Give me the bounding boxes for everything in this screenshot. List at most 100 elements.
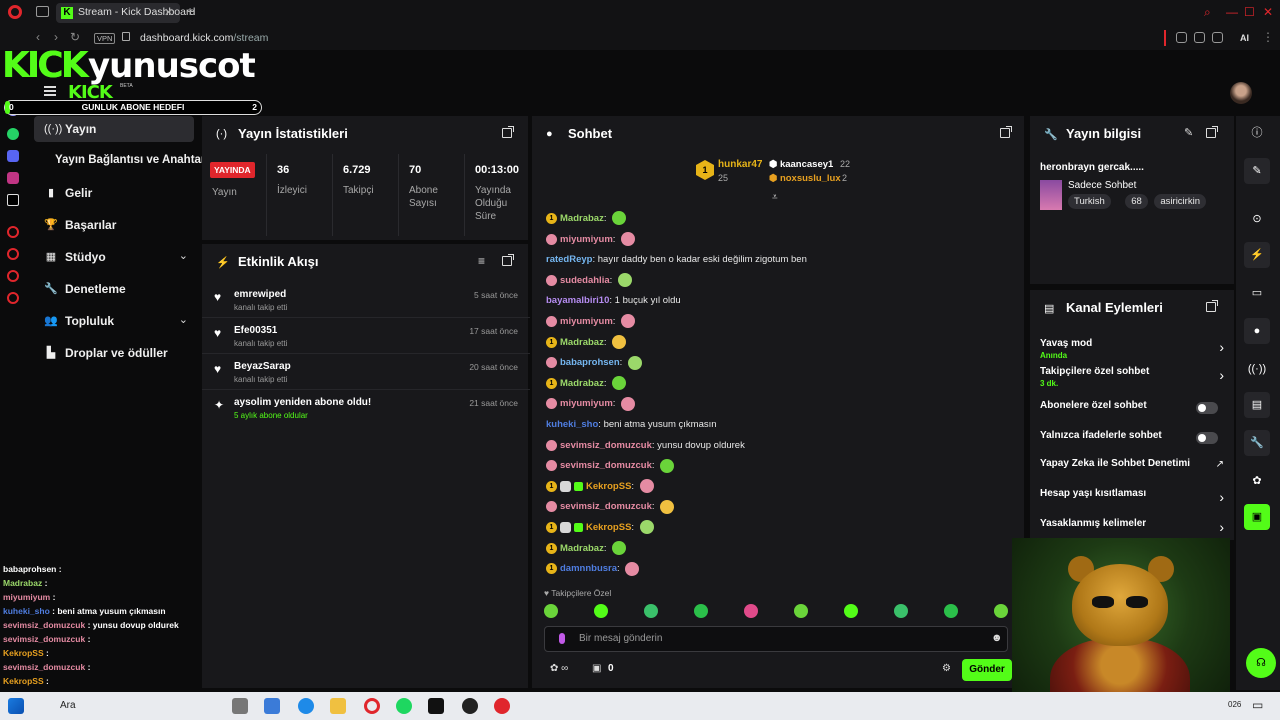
popout-icon[interactable]	[1206, 300, 1218, 312]
chat-username[interactable]: bayamalbiri10	[546, 295, 609, 306]
url-field[interactable]: dashboard.kick.com/stream	[140, 32, 268, 44]
spotify-icon[interactable]	[396, 698, 412, 714]
forward-icon[interactable]: ›	[54, 30, 58, 44]
chat-username[interactable]: Madrabaz	[560, 543, 604, 554]
stream-tag[interactable]: Turkish	[1068, 194, 1111, 209]
stream-tag[interactable]: 68	[1125, 194, 1148, 209]
chevron-right-icon[interactable]: ›	[1219, 519, 1224, 535]
reload-icon[interactable]: ↻	[70, 30, 80, 44]
minimize-icon[interactable]: —	[1226, 5, 1238, 19]
toggle-switch[interactable]	[1196, 432, 1218, 444]
lock-icon[interactable]	[122, 32, 130, 41]
emote-icon[interactable]	[944, 604, 958, 618]
chevron-right-icon[interactable]: ›	[1219, 489, 1224, 505]
clapper-icon[interactable]: ▣	[1244, 504, 1270, 530]
menu-icon[interactable]: ⋮	[1262, 30, 1274, 44]
whatsapp-icon[interactable]	[7, 128, 19, 140]
close-window-icon[interactable]: ✕	[1263, 5, 1273, 19]
gifter-name[interactable]: ⬢ noxsuslu_lux	[769, 173, 841, 184]
top-gifter-name[interactable]: hunkar47	[718, 159, 762, 170]
broadcast-icon[interactable]: ((·))	[1244, 356, 1270, 382]
emoji-icon[interactable]: ☻	[991, 632, 1003, 644]
vpn-badge[interactable]: VPN	[94, 33, 116, 44]
chat-username[interactable]: babaprohsen	[560, 357, 620, 368]
emote-icon[interactable]	[994, 604, 1008, 618]
camera-icon[interactable]: ⊙	[1244, 206, 1270, 232]
discord-icon[interactable]	[7, 150, 19, 162]
chat-settings-icon[interactable]: ⚙	[942, 663, 951, 674]
back-icon[interactable]: ‹	[36, 30, 40, 44]
emote-icon[interactable]	[894, 604, 908, 618]
channel-action-row[interactable]: Hesap yaşı kısıtlaması ›	[1030, 484, 1234, 512]
gifter-name[interactable]: ⬢ kaancasey1	[769, 159, 833, 170]
history-icon[interactable]	[7, 226, 19, 238]
x-icon[interactable]	[7, 194, 19, 206]
toggle-switch[interactable]	[1196, 402, 1218, 414]
chat-username[interactable]: miyumiyum	[560, 316, 613, 327]
channel-action-row[interactable]: Abonelere özel sohbet	[1030, 396, 1234, 424]
popout-icon[interactable]	[502, 254, 514, 266]
emote-icon[interactable]	[844, 604, 858, 618]
chat-username[interactable]: KekropSS	[586, 481, 631, 492]
emote-icon[interactable]	[694, 604, 708, 618]
chat-username[interactable]: sevimsiz_domuzcuk	[560, 460, 652, 471]
capcut-icon[interactable]	[428, 698, 444, 714]
tab-list-icon[interactable]	[36, 6, 49, 17]
search-tabs-icon[interactable]: ⌕	[1204, 5, 1211, 20]
points-icon[interactable]: ✿	[1244, 468, 1270, 494]
bookmarks-icon[interactable]	[7, 248, 19, 260]
chat-username[interactable]: miyumiyum	[560, 398, 613, 409]
emote-icon[interactable]	[544, 604, 558, 618]
edit-icon[interactable]: ✎	[1184, 126, 1193, 139]
nav-item-droplar[interactable]: ▙ Droplar ve ödüller	[34, 340, 194, 366]
actions-icon[interactable]: ▤	[1244, 392, 1270, 418]
chest-icon[interactable]: ▣	[592, 663, 601, 674]
popout-icon[interactable]	[1000, 126, 1012, 138]
popout-icon[interactable]	[502, 126, 514, 138]
edge-icon[interactable]	[298, 698, 314, 714]
chat-username[interactable]: Madrabaz	[560, 337, 604, 348]
profile-icon[interactable]	[1194, 32, 1205, 43]
extensions-icon[interactable]	[7, 270, 19, 282]
chat-username[interactable]: kuheki_sho	[546, 419, 598, 430]
notifications-icon[interactable]: ▭	[1252, 698, 1263, 712]
clipboard-icon[interactable]: ▭	[1244, 280, 1270, 306]
channel-action-row[interactable]: Yalnızca ifadelerle sohbet	[1030, 426, 1234, 454]
obs-icon[interactable]	[462, 698, 478, 714]
wrench-icon[interactable]: 🔧	[1244, 430, 1270, 456]
edit-icon[interactable]: ✎	[1244, 158, 1270, 184]
aria-ai-button[interactable]: AI	[1240, 33, 1249, 43]
category-thumbnail[interactable]	[1040, 180, 1062, 210]
extension-icon[interactable]	[1176, 32, 1187, 43]
nav-item-topluluk[interactable]: 👥 Topluluk ⌄	[34, 308, 194, 334]
send-button[interactable]: Gönder	[962, 659, 1012, 681]
expand-gifters-icon[interactable]: ⩡	[772, 192, 778, 203]
settings-icon[interactable]	[7, 292, 19, 304]
chat-username[interactable]: KekropSS	[586, 522, 631, 533]
popout-icon[interactable]	[1206, 126, 1218, 138]
opera-taskbar-icon[interactable]	[364, 698, 380, 714]
channel-points-icon[interactable]: ✿ ∞	[550, 663, 568, 674]
windows-start-icon[interactable]	[8, 698, 24, 714]
emote-icon[interactable]	[794, 604, 808, 618]
task-view-icon[interactable]	[232, 698, 248, 714]
chat-username[interactable]: Madrabaz	[560, 378, 604, 389]
chat-username[interactable]: damnnbusra	[560, 563, 617, 574]
download-icon[interactable]	[1212, 32, 1223, 43]
chat-username[interactable]: sevimsiz_domuzcuk	[560, 501, 652, 512]
chat-username[interactable]: Madrabaz	[560, 213, 604, 224]
chat-username[interactable]: ratedReyp	[546, 254, 592, 265]
nav-item-gelir[interactable]: ▮ Gelir	[34, 180, 194, 206]
user-avatar[interactable]	[1230, 82, 1252, 104]
nav-item-denetleme[interactable]: 🔧 Denetleme	[34, 276, 194, 302]
chat-username[interactable]: sevimsiz_domuzcuk	[560, 440, 652, 451]
support-headset-icon[interactable]: ☊	[1246, 648, 1276, 678]
nav-item-yayin[interactable]: ((·)) Yayın	[34, 116, 194, 142]
channel-action-row[interactable]: Yavaş mod Anında ›	[1030, 334, 1234, 362]
chat-username[interactable]: sudedahlia	[560, 275, 610, 286]
nav-item-studyo[interactable]: ▦ Stüdyo ⌄	[34, 244, 194, 270]
close-tab-icon[interactable]: ✕	[164, 6, 173, 19]
file-explorer-icon[interactable]	[330, 698, 346, 714]
maximize-icon[interactable]: ☐	[1244, 5, 1255, 19]
channel-action-row[interactable]: Takipçilere özel sohbet 3 dk. ›	[1030, 362, 1234, 390]
